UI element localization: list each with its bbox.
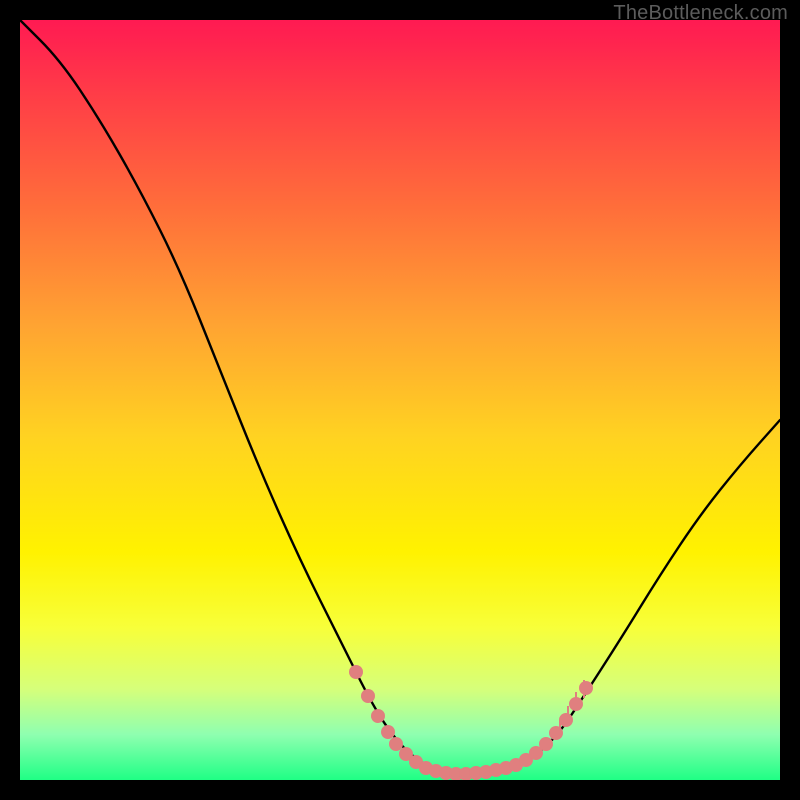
data-point-marker — [539, 737, 553, 751]
data-point-marker — [569, 697, 583, 711]
data-point-marker — [559, 713, 573, 727]
plot-area — [20, 20, 780, 780]
data-point-marker — [549, 726, 563, 740]
chart-svg — [20, 20, 780, 780]
chart-frame: TheBottleneck.com — [0, 0, 800, 800]
data-point-marker — [389, 737, 403, 751]
data-point-marker — [371, 709, 385, 723]
data-point-marker — [579, 681, 593, 695]
data-point-marker — [349, 665, 363, 679]
data-point-marker — [381, 725, 395, 739]
data-point-marker — [361, 689, 375, 703]
bottleneck-curve — [20, 20, 780, 775]
